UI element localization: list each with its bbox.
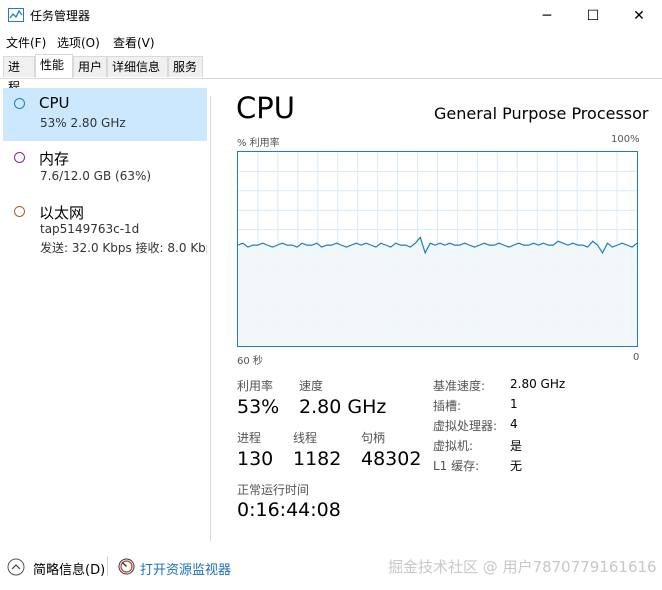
tab-performance[interactable]: 性能: [35, 54, 73, 78]
tab-services[interactable]: 服务: [168, 56, 203, 77]
sidebar-divider: [210, 96, 211, 541]
threads-label: 线程: [293, 431, 318, 445]
menu-options[interactable]: 选项(O): [57, 34, 100, 51]
tab-processes[interactable]: 进程: [3, 56, 35, 94]
handles-label: 句柄: [361, 431, 386, 445]
watermark: 掘金技术社区 @ 用户7870779161616: [388, 558, 657, 576]
resource-monitor-icon[interactable]: [118, 558, 135, 575]
sockets-value: 1: [510, 397, 518, 411]
processor-name: General Purpose Processor: [434, 104, 649, 123]
sidebar-item-ethernet[interactable]: 以太网 tap5149763c-1d 发送: 32.0 Kbps 接收: 8.0…: [3, 196, 207, 256]
chevron-up-circle-icon[interactable]: [7, 558, 25, 576]
sidebar-item-title: 内存: [39, 150, 70, 168]
open-resource-monitor-link[interactable]: 打开资源监视器: [140, 559, 231, 578]
footer-divider: [0, 547, 662, 548]
minimize-button[interactable]: ─: [524, 0, 570, 32]
speed-label: 速度: [299, 379, 324, 393]
graph-x-left-label: 60 秒: [237, 356, 263, 367]
window-title: 任务管理器: [30, 9, 91, 23]
memory-status-circle-icon: [14, 152, 25, 163]
graph-y-label: % 利用率: [237, 138, 280, 149]
speed-value: 2.80 GHz: [299, 396, 387, 418]
sidebar-item-throughput: 发送: 32.0 Kbps 接收: 8.0 Kbp: [40, 241, 207, 255]
virtual-machine-value: 是: [510, 439, 523, 453]
page-title: CPU: [236, 91, 295, 125]
menu-view[interactable]: 查看(V): [113, 34, 155, 51]
menu-file[interactable]: 文件(F): [6, 34, 46, 51]
footer-separator: [107, 556, 108, 576]
l1-cache-value: 无: [510, 459, 523, 473]
sidebar-item-title: 以太网: [39, 204, 85, 222]
maximize-button[interactable]: ☐: [570, 0, 616, 32]
sidebar-item-subtitle: tap5149763c-1d: [40, 222, 140, 236]
processes-value: 130: [237, 448, 274, 470]
cpu-status-circle-icon: [14, 98, 25, 109]
sidebar-item-memory[interactable]: 内存 7.6/12.0 GB (63%): [3, 142, 207, 194]
sidebar-item-subtitle: 53% 2.80 GHz: [40, 116, 126, 130]
utilization-value: 53%: [237, 396, 280, 418]
uptime-value: 0:16:44:08: [237, 499, 341, 521]
task-manager-app-icon: [8, 8, 24, 22]
sidebar-item-subtitle: 7.6/12.0 GB (63%): [40, 169, 152, 183]
base-speed-value: 2.80 GHz: [510, 377, 566, 391]
l1-cache-label: L1 缓存:: [433, 459, 480, 473]
ethernet-status-circle-icon: [14, 206, 25, 217]
cpu-utilization-graph: [237, 151, 638, 347]
virtual-machine-label: 虚拟机:: [433, 439, 474, 453]
processes-label: 进程: [237, 431, 262, 445]
virtual-processors-value: 4: [510, 417, 518, 431]
graph-y-max-label: 100%: [611, 134, 640, 145]
sockets-label: 插槽:: [433, 399, 462, 413]
summary-toggle-link[interactable]: 简略信息(D): [33, 559, 105, 578]
sidebar-item-cpu[interactable]: CPU 53% 2.80 GHz: [3, 88, 207, 141]
tab-details[interactable]: 详细信息: [107, 56, 168, 77]
handles-value: 48302: [361, 448, 422, 470]
virtual-processors-label: 虚拟处理器:: [433, 419, 498, 433]
base-speed-label: 基准速度:: [433, 379, 486, 393]
tab-users[interactable]: 用户: [73, 56, 107, 77]
sidebar-item-title: CPU: [39, 94, 70, 112]
cpu-utilization-area: [238, 237, 637, 346]
threads-value: 1182: [293, 448, 342, 470]
uptime-label: 正常运行时间: [237, 483, 310, 497]
graph-x-right-label: 0: [633, 352, 640, 363]
close-button[interactable]: ✕: [616, 0, 662, 32]
utilization-label: 利用率: [237, 379, 274, 393]
